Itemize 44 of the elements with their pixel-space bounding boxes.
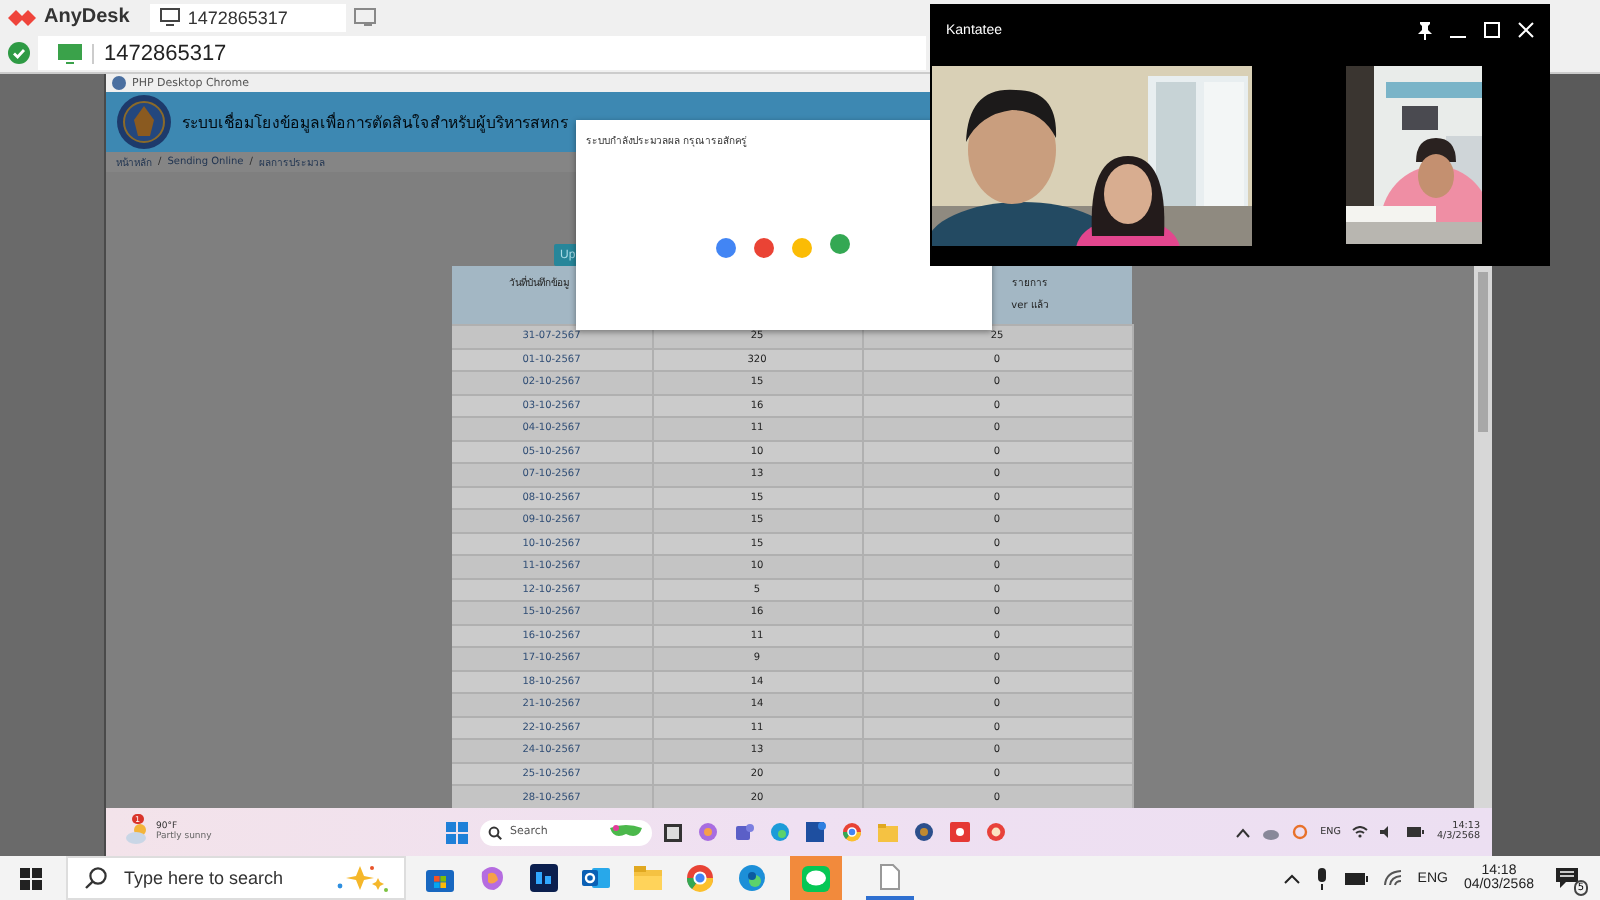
mask-icon bbox=[608, 824, 644, 840]
chevron-up-icon[interactable] bbox=[1236, 827, 1251, 837]
check-icon bbox=[8, 42, 30, 64]
chevron-up-icon[interactable] bbox=[1283, 873, 1300, 883]
app-icon[interactable] bbox=[806, 822, 826, 842]
monitor-icon bbox=[58, 43, 82, 63]
emblem-icon[interactable] bbox=[914, 822, 934, 842]
search-icon bbox=[84, 866, 108, 890]
record-icon[interactable] bbox=[950, 822, 970, 842]
wifi-icon[interactable] bbox=[1383, 870, 1402, 886]
chrome-icon[interactable] bbox=[686, 864, 714, 892]
emblem-icon bbox=[116, 94, 172, 151]
chat-icon bbox=[1556, 868, 1578, 888]
teams-icon[interactable] bbox=[734, 822, 754, 842]
outlook-icon[interactable] bbox=[582, 864, 610, 892]
app-icon[interactable] bbox=[986, 822, 1006, 842]
store-icon[interactable] bbox=[426, 865, 454, 891]
app-name: AnyDesk bbox=[44, 6, 130, 28]
pin-icon[interactable] bbox=[1418, 21, 1432, 39]
maximize-icon[interactable] bbox=[1484, 22, 1500, 38]
address-field[interactable]: 1472865317 bbox=[38, 36, 926, 70]
sparkle-icon bbox=[336, 864, 388, 892]
chat-bubble-icon bbox=[802, 865, 830, 891]
copilot-icon[interactable] bbox=[698, 822, 718, 842]
app-icon bbox=[112, 76, 126, 91]
task-view-icon[interactable] bbox=[664, 823, 682, 841]
monitor-icon bbox=[159, 8, 180, 26]
session-tab[interactable]: 1472865317 bbox=[149, 3, 346, 31]
edge-icon[interactable] bbox=[738, 864, 766, 892]
cloud-icon[interactable] bbox=[1262, 825, 1281, 839]
battery-icon[interactable] bbox=[1343, 871, 1368, 885]
close-icon[interactable] bbox=[1518, 22, 1534, 38]
microphone-icon[interactable] bbox=[1315, 867, 1328, 889]
search-field[interactable]: Type here to search bbox=[66, 856, 406, 900]
battery-icon[interactable] bbox=[1406, 826, 1425, 838]
search-icon bbox=[488, 825, 502, 839]
document-icon bbox=[880, 863, 900, 889]
new-session-icon[interactable] bbox=[353, 7, 376, 27]
wifi-icon[interactable] bbox=[1352, 826, 1369, 838]
chrome-icon[interactable] bbox=[842, 822, 862, 842]
anydesk-logo-icon bbox=[8, 5, 36, 29]
windows-icon[interactable] bbox=[20, 867, 42, 889]
photoshop-icon[interactable] bbox=[530, 864, 558, 892]
copilot-icon[interactable] bbox=[478, 864, 506, 892]
